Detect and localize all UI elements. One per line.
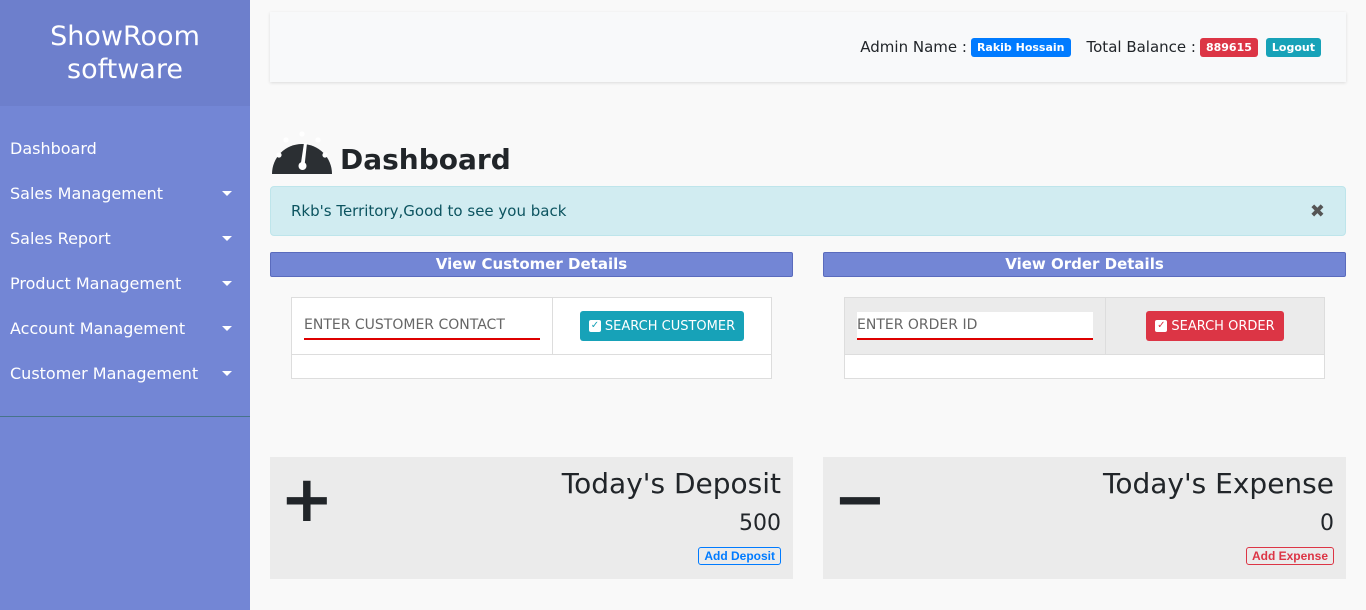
order-panel-heading: View Order Details (823, 252, 1346, 277)
deposit-title: Today's Deposit (561, 467, 781, 500)
order-id-input[interactable] (857, 312, 1093, 340)
expense-value: 0 (1320, 511, 1334, 536)
sidebar-nav: Dashboard Sales Management Sales Report … (0, 106, 250, 417)
total-balance-label: Total Balance : (1086, 38, 1196, 56)
close-icon[interactable]: ✖ (1310, 201, 1325, 222)
order-button-cell: ✓ SEARCH ORDER (1106, 298, 1324, 354)
customer-search-box: ✓ SEARCH CUSTOMER (291, 297, 772, 379)
dashboard-gauge-icon (272, 131, 332, 174)
sidebar-item-customer-management[interactable]: Customer Management (0, 351, 250, 396)
logout-button[interactable]: Logout (1265, 37, 1321, 57)
customer-button-cell: ✓ SEARCH CUSTOMER (553, 298, 771, 354)
customer-input-cell (292, 298, 553, 354)
order-search-box: ✓ SEARCH ORDER (844, 297, 1325, 379)
search-order-button-label: SEARCH ORDER (1171, 318, 1275, 334)
order-search-row: ✓ SEARCH ORDER (845, 298, 1324, 355)
check-square-icon: ✓ (1155, 320, 1168, 332)
caret-down-icon (222, 236, 232, 241)
brand-header: ShowRoom software (0, 0, 250, 106)
alert-message: Rkb's Territory,Good to see you back (291, 202, 567, 220)
customer-search-row: ✓ SEARCH CUSTOMER (292, 298, 771, 355)
order-input-cell (845, 298, 1106, 354)
expense-card: − Today's Expense 0 Add Expense (823, 457, 1346, 579)
search-customer-button-label: SEARCH CUSTOMER (604, 318, 736, 334)
top-header: Admin Name : Rakib Hossain Total Balance… (270, 12, 1346, 82)
sidebar-item-label: Sales Management (10, 184, 164, 203)
sidebar-item-sales-report[interactable]: Sales Report (0, 216, 250, 261)
search-customer-button[interactable]: ✓ SEARCH CUSTOMER (579, 311, 745, 341)
sidebar-item-label: Account Management (10, 319, 186, 338)
admin-name-badge: Rakib Hossain (970, 37, 1071, 57)
sidebar-item-label: Sales Report (10, 229, 111, 248)
minus-icon: − (833, 463, 887, 537)
expense-title: Today's Expense (1103, 467, 1334, 500)
welcome-alert: Rkb's Territory,Good to see you back ✖ (270, 186, 1346, 236)
brand-title[interactable]: ShowRoom software (25, 20, 225, 86)
deposit-card: + Today's Deposit 500 Add Deposit (270, 457, 793, 579)
caret-down-icon (222, 371, 232, 376)
admin-name-label: Admin Name : (860, 38, 967, 56)
sidebar-item-sales-management[interactable]: Sales Management (0, 171, 250, 216)
sidebar-item-label: Product Management (10, 274, 182, 293)
sidebar-item-label: Customer Management (10, 364, 199, 383)
customer-contact-input[interactable] (304, 312, 540, 340)
search-order-button[interactable]: ✓ SEARCH ORDER (1146, 311, 1284, 341)
sidebar-item-dashboard[interactable]: Dashboard (0, 126, 250, 171)
sidebar-item-account-management[interactable]: Account Management (0, 306, 250, 351)
page-title: Dashboard (340, 143, 511, 176)
caret-down-icon (222, 191, 232, 196)
add-deposit-button[interactable]: Add Deposit (698, 547, 781, 565)
check-square-icon: ✓ (588, 320, 601, 332)
sidebar: ShowRoom software Dashboard Sales Manage… (0, 0, 250, 610)
sidebar-item-product-management[interactable]: Product Management (0, 261, 250, 306)
caret-down-icon (222, 326, 232, 331)
plus-icon: + (280, 463, 334, 537)
sidebar-item-label: Dashboard (10, 139, 97, 158)
add-expense-button[interactable]: Add Expense (1245, 547, 1334, 565)
total-balance-badge: 889615 (1199, 37, 1258, 57)
deposit-value: 500 (739, 511, 781, 536)
caret-down-icon (222, 281, 232, 286)
page-heading: Dashboard (270, 124, 511, 176)
customer-panel-heading: View Customer Details (270, 252, 793, 277)
